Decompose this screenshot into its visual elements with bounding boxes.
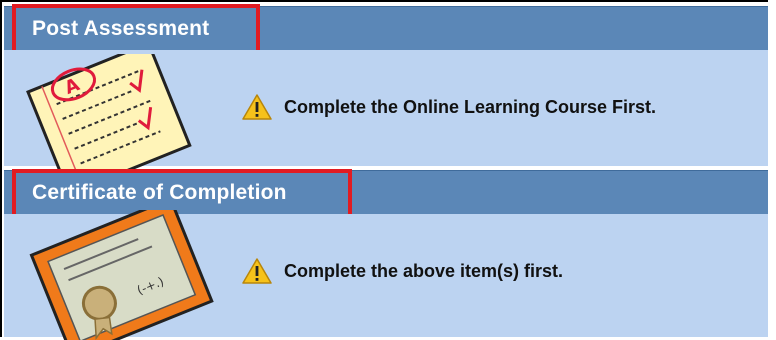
post-assessment-message: Complete the Online Learning Course Firs… bbox=[284, 96, 657, 117]
right-edge bbox=[768, 0, 776, 337]
post-assessment-section: Post Assessment Complete the Online Lear… bbox=[4, 4, 768, 174]
graded-test-icon: A bbox=[26, 54, 192, 174]
certificate-status: Complete the above item(s) first. bbox=[242, 258, 563, 284]
certificate-section: Certificate of Completion Complete the a… bbox=[4, 169, 768, 340]
certificate-message: Complete the above item(s) first. bbox=[284, 260, 564, 281]
certificate-icon: (-+.) bbox=[29, 210, 214, 340]
post-assessment-status: Complete the Online Learning Course Firs… bbox=[242, 94, 656, 120]
warning-icon bbox=[242, 258, 272, 284]
warning-icon bbox=[242, 94, 272, 120]
